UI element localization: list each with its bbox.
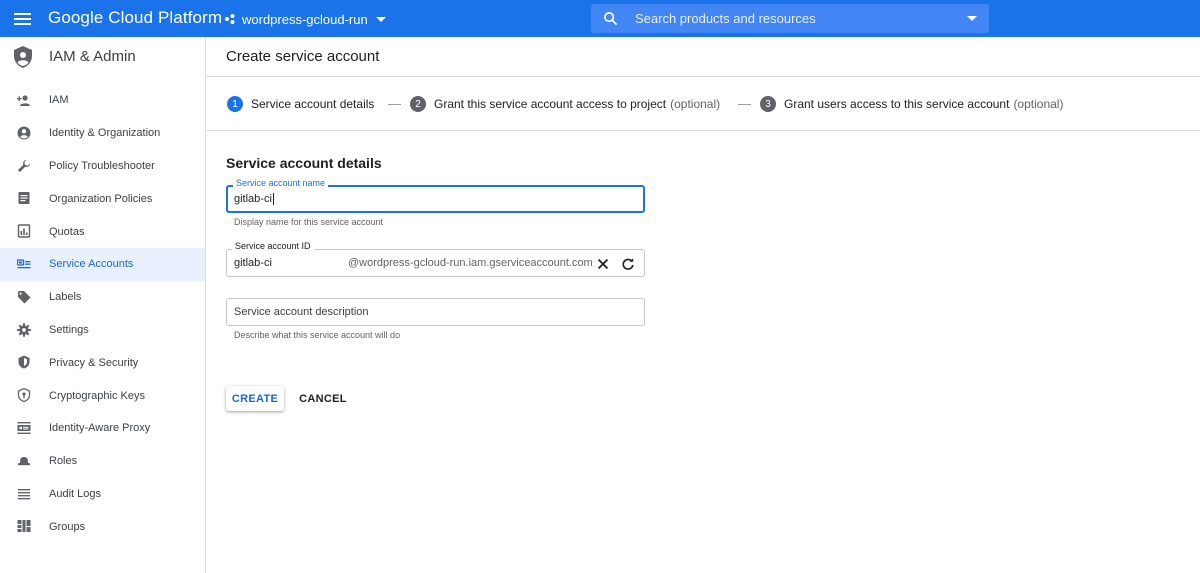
service-account-name-field[interactable]: Service account name gitlab-ci xyxy=(226,178,645,213)
sidebar-item-label: Groups xyxy=(49,520,86,533)
sidebar-header: IAM & Admin xyxy=(0,37,205,77)
step-connector xyxy=(388,104,401,105)
page-header: Create service account xyxy=(206,37,1200,77)
sidebar-item-roles[interactable]: Roles xyxy=(0,445,205,478)
section-title: Service account details xyxy=(226,155,382,171)
sidebar-item-label: Service Accounts xyxy=(49,258,134,271)
sidebar-item-groups[interactable]: Groups xyxy=(0,510,205,543)
stepper: 1 Service account details 2 Grant this s… xyxy=(206,77,1200,131)
service-account-name-value[interactable]: gitlab-ci xyxy=(234,193,274,206)
search-dropdown-icon[interactable] xyxy=(967,16,977,21)
sidebar-item-label: Audit Logs xyxy=(49,487,101,500)
sidebar-item-iam[interactable]: IAM xyxy=(0,84,205,117)
shield-icon xyxy=(18,355,30,369)
sidebar-item-audit-logs[interactable]: Audit Logs xyxy=(0,478,205,511)
search-bar[interactable]: Search products and resources xyxy=(591,4,989,33)
chevron-down-icon xyxy=(375,16,386,22)
project-name: wordpress-gcloud-run xyxy=(242,11,368,27)
search-icon xyxy=(604,12,618,26)
service-account-name-label: Service account name xyxy=(233,178,329,188)
hat-icon xyxy=(18,456,30,465)
step-label: Service account details xyxy=(251,97,375,111)
groups-icon xyxy=(17,520,31,533)
step-label: Grant this service account access to pro… xyxy=(434,97,667,111)
sidebar-item-privacy-security[interactable]: Privacy & Security xyxy=(0,346,205,379)
service-account-icon xyxy=(17,259,31,269)
sidebar-item-organization-policies[interactable]: Organization Policies xyxy=(0,182,205,215)
search-placeholder: Search products and resources xyxy=(635,11,816,26)
sidebar: IAM & Admin IAM Identity & Organization … xyxy=(0,37,206,573)
brand-title[interactable]: Google Cloud Platform xyxy=(48,8,222,28)
sidebar-title: IAM & Admin xyxy=(49,48,136,65)
key-shield-icon xyxy=(17,388,31,403)
service-account-name-hint: Display name for this service account xyxy=(234,217,384,227)
step-3[interactable]: 3 Grant users access to this service acc… xyxy=(760,96,1063,112)
quota-icon xyxy=(17,224,31,238)
step-number: 3 xyxy=(760,96,776,112)
iam-shield-icon xyxy=(14,46,32,68)
sidebar-item-identity-organization[interactable]: Identity & Organization xyxy=(0,117,205,150)
sidebar-item-policy-troubleshooter[interactable]: Policy Troubleshooter xyxy=(0,150,205,183)
sidebar-item-label: Labels xyxy=(49,291,82,304)
sidebar-item-quotas[interactable]: Quotas xyxy=(0,215,205,248)
main-content: Create service account 1 Service account… xyxy=(206,37,1200,573)
list-document-icon xyxy=(18,192,30,205)
account-circle-icon xyxy=(17,126,31,140)
sidebar-item-label: Settings xyxy=(49,323,89,336)
sidebar-item-label: Cryptographic Keys xyxy=(49,389,145,402)
service-account-description-placeholder: Service account description xyxy=(234,306,369,318)
wrench-icon xyxy=(18,159,30,172)
sidebar-item-label: Identity-Aware Proxy xyxy=(49,422,151,435)
service-account-id-field[interactable]: Service account ID gitlab-ci @wordpress-… xyxy=(226,241,645,277)
step-2[interactable]: 2 Grant this service account access to p… xyxy=(410,96,720,112)
sidebar-item-label: Identity & Organization xyxy=(49,127,161,140)
service-account-id-label: Service account ID xyxy=(232,241,314,251)
step-number: 2 xyxy=(410,96,426,112)
sidebar-nav: IAM Identity & Organization Policy Troub… xyxy=(0,84,205,543)
sidebar-item-label: Privacy & Security xyxy=(49,356,139,369)
step-1[interactable]: 1 Service account details xyxy=(227,96,374,112)
sidebar-item-label: Policy Troubleshooter xyxy=(49,159,155,172)
create-button[interactable]: CREATE xyxy=(226,386,284,411)
step-optional: (optional) xyxy=(1013,97,1064,111)
project-dots-icon xyxy=(225,14,235,24)
gear-icon xyxy=(17,322,31,337)
label-tag-icon xyxy=(18,290,31,304)
service-account-description-field[interactable]: Service account description xyxy=(226,298,645,326)
refresh-icon[interactable] xyxy=(621,257,635,271)
step-number: 1 xyxy=(227,96,243,112)
top-app-bar: Google Cloud Platform wordpress-gcloud-r… xyxy=(0,0,1200,37)
step-label: Grant users access to this service accou… xyxy=(784,97,1010,111)
sidebar-item-label: Roles xyxy=(49,455,78,468)
step-optional: (optional) xyxy=(670,97,721,111)
proxy-icon xyxy=(17,421,31,434)
hamburger-menu-icon[interactable] xyxy=(12,8,34,30)
cancel-button[interactable]: CANCEL xyxy=(294,386,352,411)
service-account-id-suffix: @wordpress-gcloud-run.iam.gserviceaccoun… xyxy=(348,257,593,269)
sidebar-item-settings[interactable]: Settings xyxy=(0,314,205,347)
sidebar-item-service-accounts[interactable]: Service Accounts xyxy=(0,247,205,281)
lines-icon xyxy=(18,488,30,499)
service-account-id-value[interactable]: gitlab-ci xyxy=(234,257,272,269)
sidebar-item-labels[interactable]: Labels xyxy=(0,281,205,314)
sidebar-item-label: IAM xyxy=(49,94,69,107)
sidebar-item-identity-aware-proxy[interactable]: Identity-Aware Proxy xyxy=(0,412,205,445)
person-add-icon xyxy=(17,95,30,106)
step-connector xyxy=(738,104,751,105)
project-selector[interactable]: wordpress-gcloud-run xyxy=(224,9,386,29)
service-account-description-hint: Describe what this service account will … xyxy=(234,330,401,340)
page-title: Create service account xyxy=(226,48,380,65)
close-icon[interactable] xyxy=(596,257,610,271)
sidebar-item-label: Quotas xyxy=(49,225,85,238)
sidebar-item-cryptographic-keys[interactable]: Cryptographic Keys xyxy=(0,379,205,412)
sidebar-item-label: Organization Policies xyxy=(49,192,153,205)
